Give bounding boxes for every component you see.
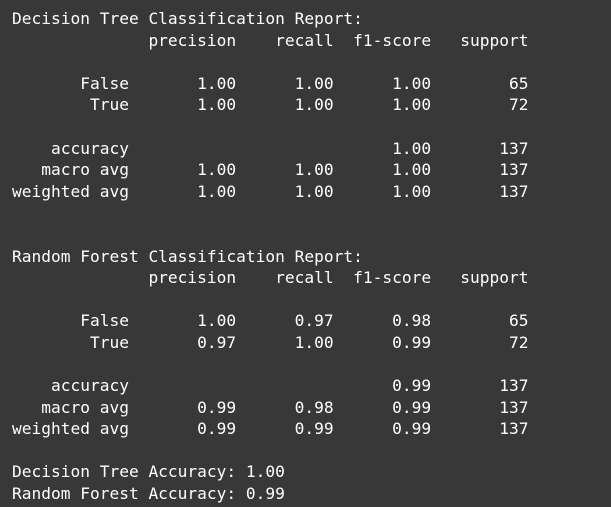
blank-line: [12, 289, 611, 311]
dt-report-title: Decision Tree Classification Report:: [12, 9, 363, 28]
dt-report-header-row: precision recall f1-score support: [12, 30, 529, 50]
blank-line: [12, 116, 611, 138]
rf-report-row-true: True 0.97 1.00 0.99 72: [12, 332, 529, 352]
dt-report-row-accuracy: accuracy 1.00 137: [12, 138, 529, 158]
rf-report-row-accuracy: accuracy 0.99 137: [12, 376, 529, 396]
dt-report-row-true: True 1.00 1.00 1.00 72: [12, 95, 529, 115]
dt-report-row-macro-avg: macro avg 1.00 1.00 1.00 137: [12, 160, 529, 180]
dt-report-row-false: False 1.00 1.00 1.00 65: [12, 73, 529, 93]
blank-line: [12, 440, 611, 462]
rf-report-title: Random Forest Classification Report:: [12, 246, 363, 266]
dt-accuracy-summary: Decision Tree Accuracy: 1.00: [12, 462, 285, 482]
dt-report-row-weighted-avg: weighted avg 1.00 1.00 1.00 137: [12, 181, 529, 201]
blank-line: [12, 51, 611, 73]
rf-report-row-macro-avg: macro avg 0.99 0.98 0.99 137: [12, 397, 529, 417]
rf-report-row-weighted-avg: weighted avg 0.99 0.99 0.99 137: [12, 419, 529, 439]
blank-line: [12, 224, 611, 246]
rf-report-header-row: precision recall f1-score support: [12, 268, 529, 288]
rf-accuracy-summary: Random Forest Accuracy: 0.99: [12, 484, 285, 504]
console-output: Decision Tree Classification Report: pre…: [0, 0, 611, 507]
rf-report-row-false: False 1.00 0.97 0.98 65: [12, 311, 529, 331]
blank-line: [12, 354, 611, 376]
blank-line: [12, 202, 611, 224]
